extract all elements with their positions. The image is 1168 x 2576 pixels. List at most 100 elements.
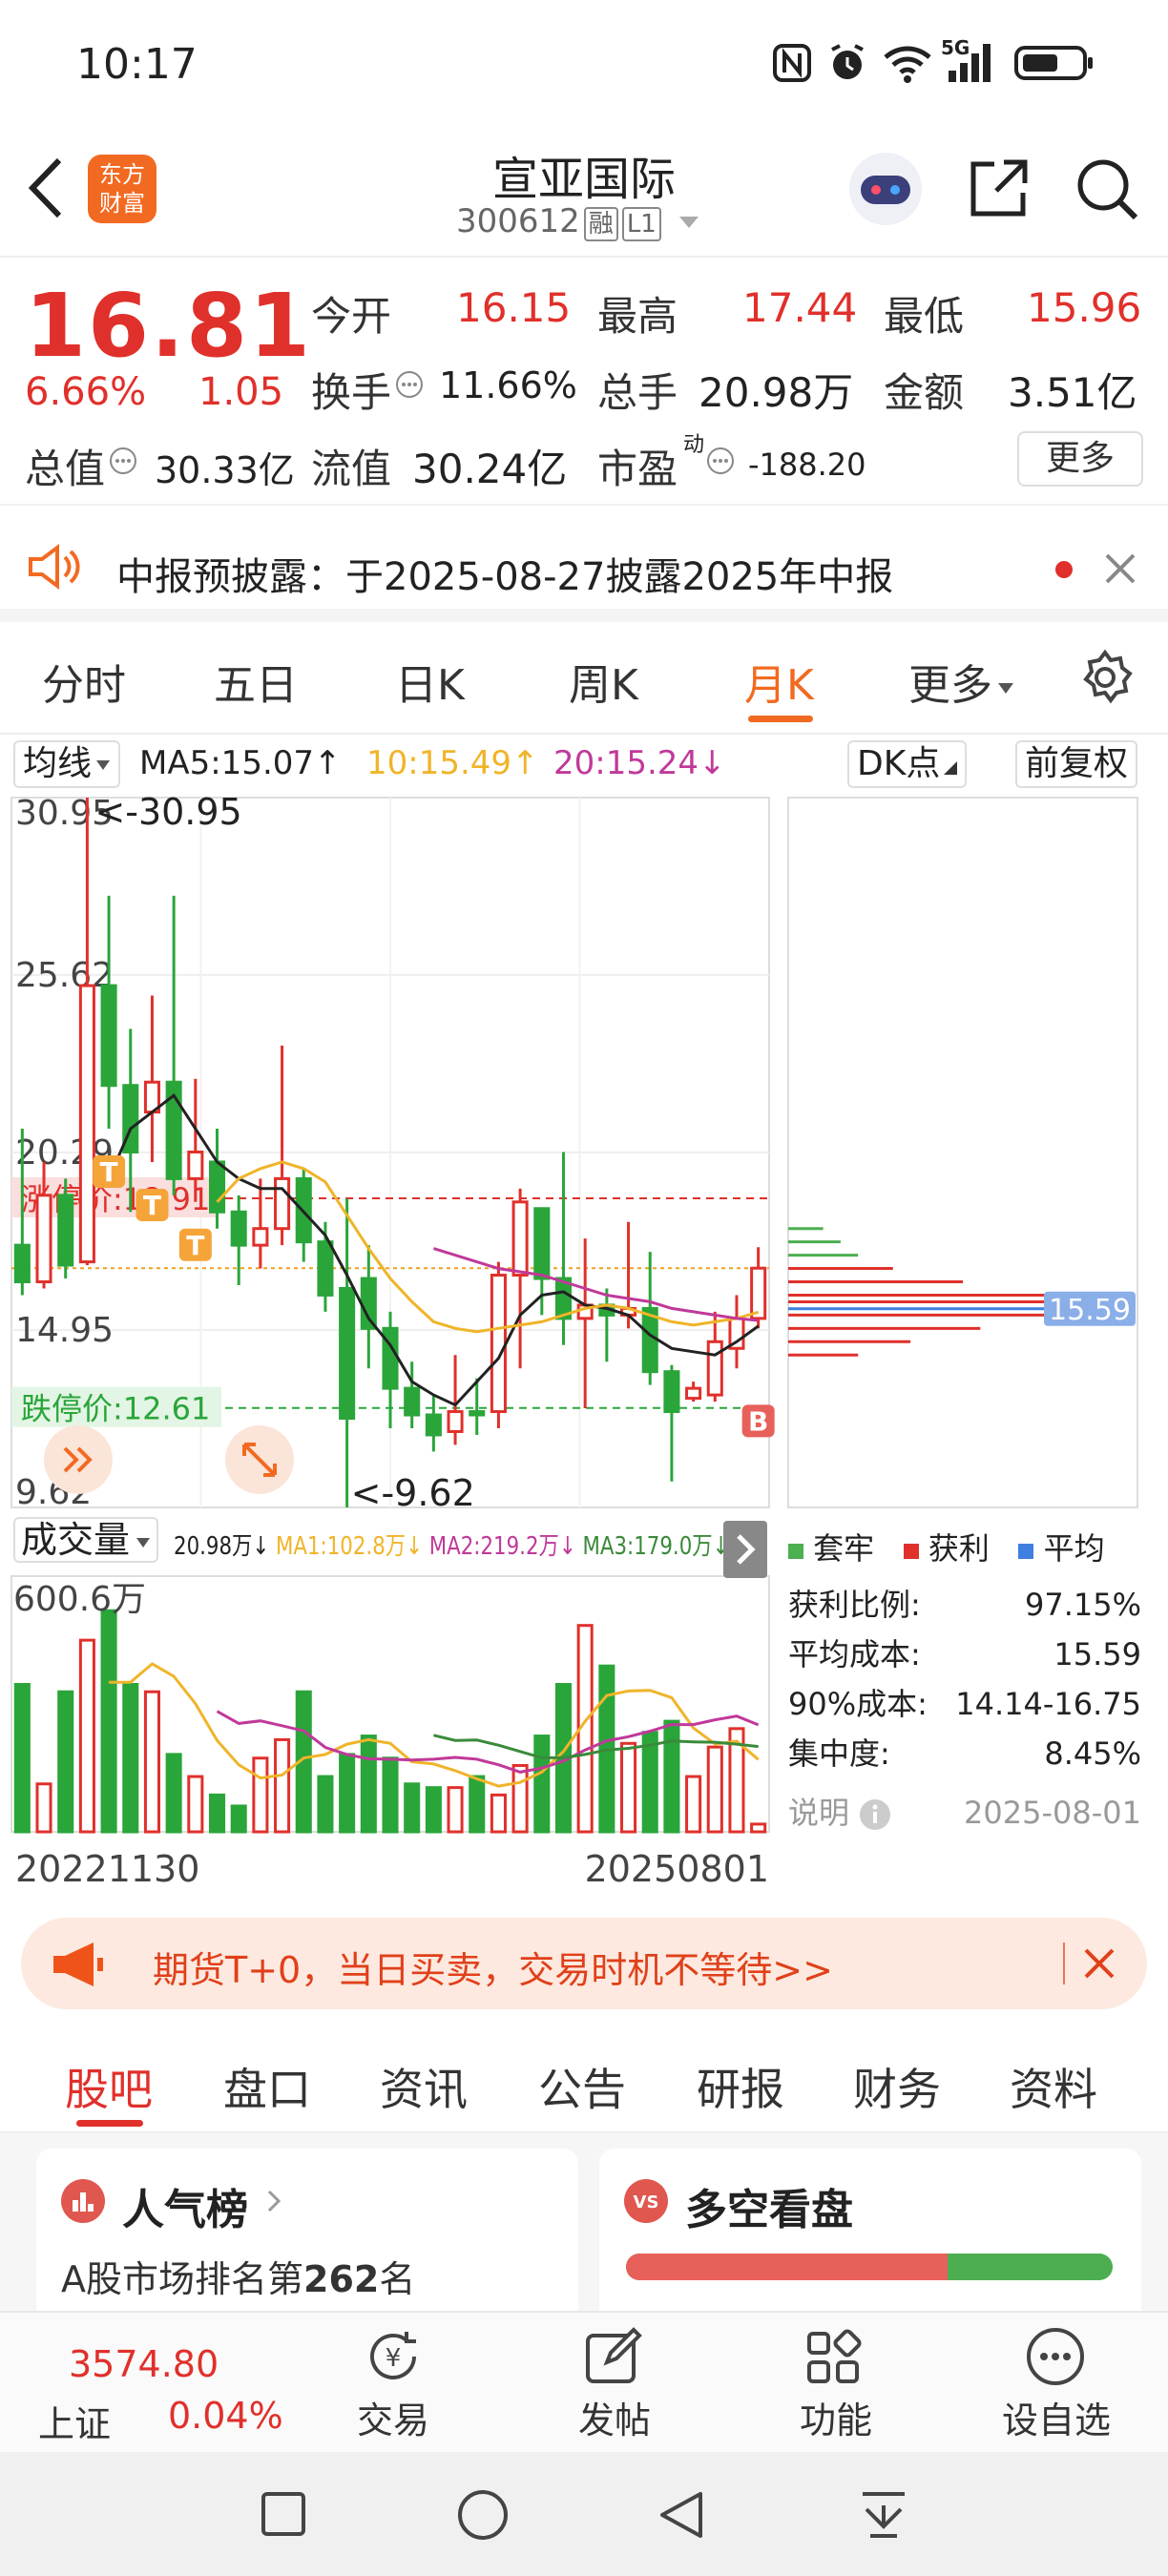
indicator-select[interactable]: 均线 [13,740,121,788]
trade-marker-label: T [100,1156,118,1188]
volume-bar [469,1775,486,1834]
dk-point-select[interactable]: DK点 [847,740,968,788]
candle-body [663,1370,680,1414]
adjust-select[interactable]: 前复权 [1015,740,1138,788]
volume-ma3: MA3:179.0万 [582,1532,713,1561]
alarm-icon [831,44,864,79]
cost-stats: 获利比例: 97.15% 平均成本: 15.59 90%成本: 14.14-16.75… [788,1580,1141,1838]
tab-more-label: 更多 [908,661,992,710]
low-value: 15.96 [1027,284,1142,331]
candle-body [469,1410,486,1417]
cost-90-row: 90%成本: 14.14-16.75 [788,1679,1141,1729]
ma5-value: MA5:15.07↑ [139,744,342,782]
tab-post[interactable]: 发帖 [578,2391,651,2443]
stat-value: 14.14-16.75 [955,1686,1141,1722]
status-time: 10:17 [76,40,198,89]
stat-label: 90%成本: [788,1686,928,1722]
tab-weekly-k[interactable]: 周K [569,651,638,712]
home-icon[interactable] [456,2488,510,2542]
popularity-card[interactable]: 人气榜 A股市场排名第262名 [36,2149,578,2330]
candle-body [706,1340,723,1397]
active-tab-indicator [748,716,813,722]
volume-bar [208,1793,226,1834]
change-amount: 1.05 [198,370,284,414]
tab-monthly-k[interactable]: 月K [744,651,814,712]
volume-bar [78,1638,95,1834]
candle-body [57,1194,74,1267]
share-icon[interactable] [966,155,1032,221]
high-label: 最高 [597,293,678,340]
tab-guba[interactable]: 股吧 [65,2055,153,2118]
note-row[interactable]: 说明 2025-08-01 [788,1788,1141,1838]
turnover-label: 换手 [311,369,392,416]
volume-bar [187,1775,204,1834]
signal-icon [949,44,991,82]
tab-add-watchlist[interactable]: 设自选 [1002,2391,1111,2443]
notification-pull-icon[interactable] [857,2488,910,2542]
tab-pankou[interactable]: 盘口 [223,2055,311,2118]
volume-bar [382,1756,399,1834]
pe-value: -188.20 [748,447,866,483]
volume-bar [230,1804,247,1834]
max-price-annotation: <-30.95 [94,792,241,833]
volume-bar [750,1822,767,1834]
tab-finance[interactable]: 财务 [853,2055,941,2118]
cost-date: 2025-08-01 [964,1795,1141,1831]
candle-body [13,1243,31,1284]
stock-code-row[interactable]: 300612 融 L1 [456,202,700,241]
info-icon[interactable] [109,447,137,475]
collapse-side-button[interactable] [723,1521,767,1578]
close-icon[interactable] [1103,551,1137,586]
tab-intraday[interactable]: 分时 [42,651,126,712]
tab-research[interactable]: 研报 [697,2055,784,2118]
tab-news[interactable]: 资讯 [380,2055,468,2118]
search-icon[interactable] [1073,155,1141,223]
tab-function[interactable]: 功能 [800,2391,872,2443]
svg-text:VS: VS [634,2192,659,2212]
info-icon[interactable] [395,370,424,399]
function-grid-icon [807,2329,862,2383]
amount-label: 金额 [884,369,965,416]
more-button[interactable]: 更多 [1017,431,1143,487]
popularity-rank-text: A股市场排名第262名 [61,2250,415,2302]
volume-indicator-select[interactable]: 成交量 [13,1517,159,1563]
futures-banner[interactable]: 期货T+0，当日买卖，交易时机不等待>> [21,1918,1147,2009]
volume-bar [663,1719,680,1834]
x-axis-start-label: 20221130 [15,1848,199,1890]
candle-body [317,1240,334,1297]
float-value: 30.24亿 [412,446,568,492]
banner-text: 期货T+0，当日买卖，交易时机不等待>> [153,1949,833,1991]
chevron-right-icon [737,1534,756,1565]
tab-more[interactable]: 更多 [908,651,1015,712]
volume-bar [404,1782,421,1834]
gear-icon[interactable] [1076,649,1134,706]
volume-bar [252,1756,269,1834]
tab-profile[interactable]: 资料 [1010,2055,1097,2118]
info-icon[interactable] [706,447,735,475]
volume-bar [425,1786,442,1834]
tab-daily-k[interactable]: 日K [395,651,465,712]
tab-5day[interactable]: 五日 [214,651,298,712]
volume-bar [490,1793,507,1834]
ma5-value-text: MA5:15.07 [139,744,315,782]
tab-announcements[interactable]: 公告 [538,2055,626,2118]
notice-bar[interactable]: 中报预披露：于2025-08-27披露2025年中报 [0,515,1168,622]
recent-apps-icon[interactable] [260,2490,307,2538]
megaphone-icon [53,1942,103,1986]
tab-trade[interactable]: 交易 [357,2391,429,2443]
legend-trapped: 套牢 [813,1530,875,1567]
bull-bear-card[interactable]: VS 多空看盘 [599,2149,1141,2330]
ranking-icon [61,2179,105,2223]
back-nav-icon[interactable] [655,2488,708,2542]
index-name[interactable]: 上证 [38,2395,111,2447]
indicator-select-label: 均线 [23,744,93,783]
close-icon[interactable] [1082,1946,1116,1981]
legend-profit: 获利 [928,1530,990,1567]
robot-icon[interactable] [845,149,926,229]
trade-icon: ¥ [370,2332,416,2379]
period-tabs: 分时 五日 日K 周K 月K 更多 [0,622,1168,735]
volume-bar [143,1690,160,1834]
index-value[interactable]: 3574.80 [69,2343,219,2385]
rank-prefix: A股市场排名第 [61,2258,303,2300]
concentration-row: 集中度: 8.45% [788,1729,1141,1778]
